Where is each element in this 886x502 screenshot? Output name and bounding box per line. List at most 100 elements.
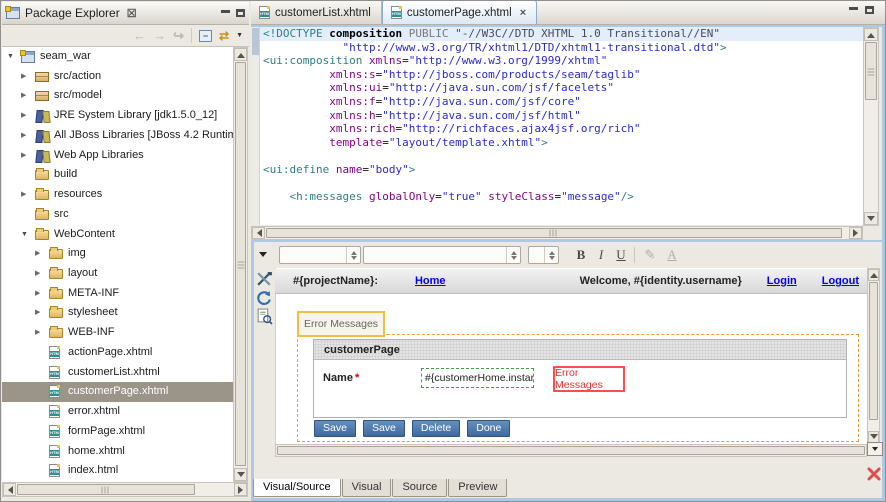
tree-item-stylesheet[interactable]: ▶ stylesheet [2, 303, 233, 323]
tree-item-webcontent[interactable]: ▼ WebContent [2, 225, 233, 245]
forward-arrow-icon[interactable]: → [153, 29, 166, 42]
login-link[interactable]: Login [767, 275, 797, 287]
scroll-thumb[interactable] [235, 62, 246, 466]
tree-item-resources[interactable]: ▶ resources [2, 185, 233, 205]
canvas-hscrollbar[interactable] [275, 444, 867, 457]
font-family-combo[interactable] [363, 246, 521, 264]
scroll-thumb[interactable] [17, 484, 195, 495]
scroll-right-icon[interactable] [849, 227, 862, 239]
style-class-combo[interactable] [279, 246, 361, 264]
tree-item-meta-inf[interactable]: ▶ META-INF [2, 284, 233, 304]
scroll-thumb[interactable] [869, 282, 878, 420]
expanded-arrow-icon[interactable]: ▼ [21, 231, 28, 238]
highlight-color-icon[interactable]: ✎ [641, 245, 659, 264]
tree-item-src-model[interactable]: ▶ src/model [2, 86, 233, 106]
scroll-thumb[interactable] [266, 228, 842, 238]
scroll-up-icon[interactable] [864, 28, 878, 41]
tools-icon[interactable] [256, 271, 273, 288]
tree-item-actionpage-xhtml[interactable]: HTM actionPage.xhtml [2, 343, 233, 363]
canvas-vscrollbar[interactable] [867, 268, 880, 444]
tree-item-img[interactable]: ▶ img [2, 244, 233, 264]
link-with-editor-icon[interactable]: ⇄ [219, 30, 229, 42]
fieldset-title: customerPage [314, 340, 846, 360]
tree-item-label: customerPage.xhtml [68, 385, 169, 398]
tree-vscrollbar[interactable] [233, 47, 248, 482]
collapsed-arrow-icon[interactable]: ▶ [21, 191, 26, 198]
tree-item-seam-war[interactable]: ▼ seam_war [2, 47, 233, 67]
page-tab-source[interactable]: Source [392, 479, 448, 497]
tree-item-home-xhtml[interactable]: HTM home.xhtml [2, 442, 233, 462]
tree-item-index-html[interactable]: HTM index.html [2, 461, 233, 481]
tab-close-icon[interactable]: × [520, 7, 526, 19]
scroll-up-icon[interactable] [868, 269, 879, 281]
error-messages-tab[interactable]: Error Messages [297, 311, 385, 337]
logout-link[interactable]: Logout [822, 275, 859, 287]
home-link[interactable]: Home [415, 275, 446, 287]
page-tab-preview[interactable]: Preview [448, 479, 508, 497]
scroll-down-icon[interactable] [864, 212, 878, 225]
font-color-icon[interactable]: A [663, 245, 681, 264]
editor-minimize-icon[interactable] [849, 7, 858, 10]
scroll-left-icon[interactable] [252, 227, 265, 239]
underline-button[interactable]: U [612, 245, 630, 264]
scroll-thumb[interactable] [277, 446, 865, 455]
editor-tab-customerpage.xhtml[interactable]: HTM customerPage.xhtml × [381, 1, 538, 24]
italic-button[interactable]: I [592, 245, 610, 264]
editor-maximize-icon[interactable] [865, 6, 874, 14]
bold-button[interactable]: B [572, 245, 590, 264]
refresh-icon[interactable] [256, 290, 273, 307]
tree-item-customerpage-xhtml[interactable]: HTM customerPage.xhtml [2, 382, 233, 403]
view-close-icon[interactable]: ☒ [127, 7, 137, 20]
collapse-all-icon[interactable]: − [199, 29, 212, 42]
toolbar-menu-icon[interactable] [259, 252, 267, 261]
scroll-thumb[interactable] [865, 42, 877, 100]
collapsed-arrow-icon[interactable]: ▶ [21, 132, 26, 139]
tree-item-src[interactable]: src [2, 205, 233, 225]
expanded-arrow-icon[interactable]: ▼ [7, 53, 14, 60]
collapsed-arrow-icon[interactable]: ▶ [35, 270, 40, 277]
go-into-icon[interactable]: ↪ [173, 29, 184, 42]
done-button[interactable]: Done [467, 420, 511, 437]
save-button[interactable]: Save [314, 420, 356, 437]
tree-item-customerlist-xhtml[interactable]: HTM customerList.xhtml [2, 363, 233, 383]
delete-button[interactable]: Delete [411, 420, 461, 437]
collapsed-arrow-icon[interactable]: ▶ [35, 309, 40, 316]
scroll-up-icon[interactable] [234, 48, 247, 61]
source-vscrollbar[interactable] [863, 27, 879, 226]
canvas-menu-icon[interactable] [867, 442, 883, 456]
tree-item-all-jboss-libraries-jboss-4-2-runtime-[interactable]: ▶ All JBoss Libraries [JBoss 4.2 Runtime] [2, 126, 233, 146]
collapsed-arrow-icon[interactable]: ▶ [21, 112, 26, 119]
collapsed-arrow-icon[interactable]: ▶ [21, 73, 26, 80]
tree-hscrollbar[interactable] [2, 482, 248, 497]
tree-item-error-xhtml[interactable]: HTM error.xhtml [2, 402, 233, 422]
view-menu-icon[interactable]: ▼ [236, 32, 243, 39]
maximize-icon[interactable] [236, 9, 245, 17]
collapsed-arrow-icon[interactable]: ▶ [35, 290, 40, 297]
tree-item-web-app-libraries[interactable]: ▶ Web App Libraries [2, 146, 233, 166]
tree-item-formpage-xhtml[interactable]: HTM formPage.xhtml [2, 422, 233, 442]
scroll-down-icon[interactable] [234, 468, 247, 481]
name-input[interactable]: #{customerHome.instance [421, 368, 534, 388]
page-tab-visual-source[interactable]: Visual/Source [253, 479, 341, 497]
collapsed-arrow-icon[interactable]: ▶ [35, 329, 40, 336]
minimize-icon[interactable] [221, 10, 230, 13]
back-arrow-icon[interactable]: ← [133, 29, 146, 42]
page-tab-visual[interactable]: Visual [341, 479, 392, 497]
collapsed-arrow-icon[interactable]: ▶ [21, 92, 26, 99]
scroll-right-icon[interactable] [234, 483, 247, 496]
view-title[interactable]: Package Explorer [25, 6, 120, 20]
collapsed-arrow-icon[interactable]: ▶ [35, 250, 40, 257]
editor-tab-customerlist.xhtml[interactable]: HTM customerList.xhtml [251, 1, 382, 24]
collapsed-arrow-icon[interactable]: ▶ [21, 152, 26, 159]
tree-item-src-action[interactable]: ▶ src/action [2, 67, 233, 87]
font-size-combo[interactable] [528, 246, 559, 264]
scroll-left-icon[interactable] [3, 483, 16, 496]
tree-item-layout[interactable]: ▶ layout [2, 264, 233, 284]
tree-item-web-inf[interactable]: ▶ WEB-INF [2, 323, 233, 343]
source-hscrollbar[interactable] [251, 226, 863, 240]
source-code-area[interactable]: <!DOCTYPE composition PUBLIC "-//W3C//DT… [260, 27, 863, 225]
tree-item-build[interactable]: build [2, 165, 233, 185]
tree-item-jre-system-library-jdk1-5-0-12-[interactable]: ▶ JRE System Library [jdk1.5.0_12] [2, 106, 233, 126]
preview-page-icon[interactable] [256, 308, 273, 325]
save-button[interactable]: Save [362, 420, 405, 437]
